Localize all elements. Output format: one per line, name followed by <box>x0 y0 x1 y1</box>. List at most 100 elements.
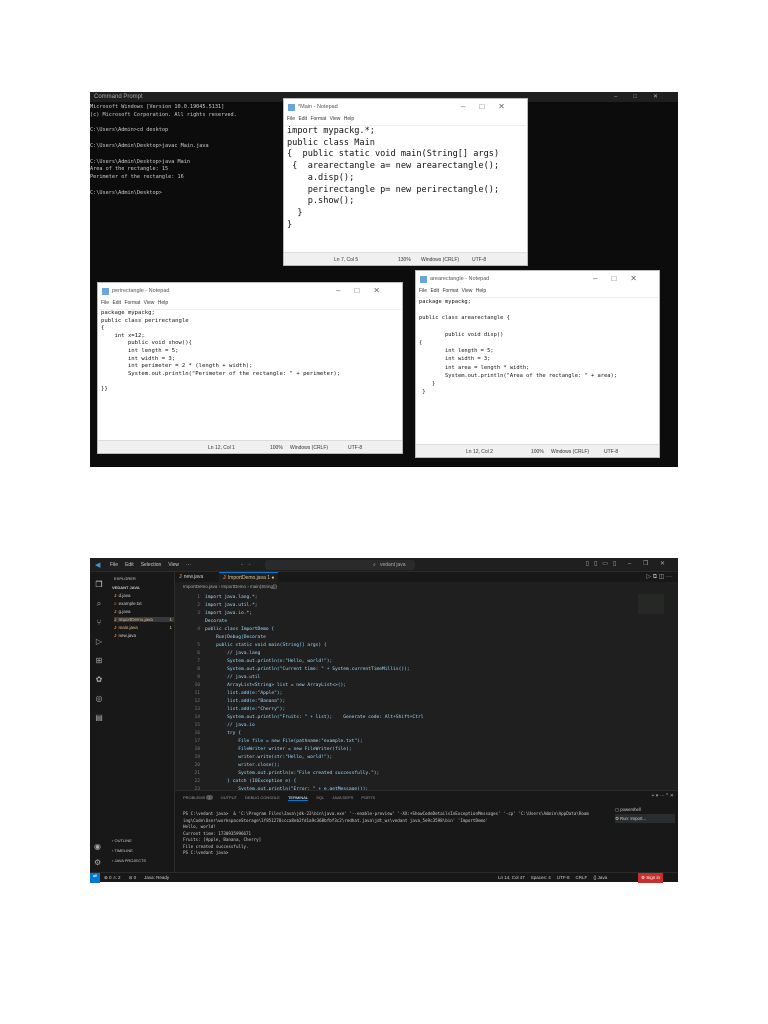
cursor-position: Ln 7, Col 5 <box>334 257 359 263</box>
run-debug-icon[interactable]: ▷ <box>90 632 108 651</box>
explorer-sidebar: EXPLORER VEDANT JAVA Jd.java ≡ example.txt… <box>108 572 175 872</box>
status-item[interactable]: UTF-8 <box>557 875 570 880</box>
zoom-level: 100% <box>531 449 544 455</box>
status-bar: Ln 7, Col 5 130% Windows (CRLF) UTF-8 <box>284 252 527 265</box>
line-numbers: 1 2 3 4 5 6 7 8 9 10 11 12 13 14 15 16 1… <box>194 595 200 800</box>
menu-item[interactable]: Selection <box>141 562 162 568</box>
window-controls[interactable]: ▯▯▭▯ – ❐ ✕ <box>586 560 670 567</box>
panel-tab[interactable]: TERMINAL <box>287 795 309 801</box>
cmd-line: C:\Users\Admin\Desktop>javac Main.java <box>90 142 209 149</box>
terminal-output[interactable]: PS C:\vedant java> & 'C:\Program Files\J… <box>183 811 589 857</box>
file-item[interactable]: Jd.java <box>114 593 174 598</box>
breadcrumb[interactable]: ImportDemo.java › ImportDemo › main(Stri… <box>183 584 277 589</box>
cursor-position: Ln 12, Col 1 <box>208 445 235 451</box>
java-file-icon: J <box>114 633 117 638</box>
window-controls[interactable]: –□✕ <box>461 102 519 111</box>
cmd-line: ​ <box>90 182 237 190</box>
status-item[interactable]: Ln 14, Col 47 <box>498 875 525 880</box>
menu-item[interactable]: View <box>168 562 179 568</box>
cursor-position: Ln 12, Col 2 <box>466 449 493 455</box>
cmd-line: ​ <box>90 120 237 128</box>
panel-tab[interactable]: JAVA DEPS <box>332 795 353 801</box>
menu-bar[interactable]: File Edit Format View Help <box>419 288 486 294</box>
file-item[interactable]: Jg.java <box>114 609 174 614</box>
testing-icon[interactable]: ✿ <box>90 670 108 689</box>
window-controls[interactable]: –□✕ <box>336 286 394 295</box>
explorer-icon[interactable]: ❐ <box>90 575 108 594</box>
cmd-line: ​ <box>90 135 237 143</box>
sidebar-section[interactable]: › OUTLINE <box>112 836 146 846</box>
sign-in-button[interactable]: ⚙ Sign in <box>638 873 664 883</box>
text-editor[interactable]: package mypackg; public class perirectan… <box>99 309 401 394</box>
tab-importdemo[interactable]: J ImportDemo.java 1 ● <box>219 572 279 582</box>
menu-item[interactable]: File <box>110 562 118 568</box>
search-icon[interactable]: ⌕ <box>90 594 108 613</box>
cmd-window-controls[interactable]: –□✕ <box>614 93 674 100</box>
title-bar: ◀ File Edit Selection View ··· ← → ⌕ vedant … <box>90 558 678 572</box>
panel-tab[interactable]: PROBLEMS 1 <box>183 795 213 801</box>
line-ending: Windows (CRLF) <box>290 445 329 451</box>
settings-gear-icon[interactable]: ⚙ <box>94 858 101 867</box>
cmd-output: Microsoft Windows [Version 10.0.19045.51… <box>90 104 237 198</box>
java-file-icon: J <box>114 617 117 622</box>
zoom-level: 130% <box>398 257 411 263</box>
menu-bar: File Edit Selection View ··· <box>110 562 191 568</box>
line-ending: Windows (CRLF) <box>551 449 590 455</box>
file-item[interactable]: Jmain.java 1 <box>114 625 174 630</box>
minimap[interactable] <box>638 594 664 614</box>
remote-button[interactable]: ⇄ <box>90 873 100 883</box>
panel-tab[interactable]: SQL <box>316 795 324 801</box>
cmd-line: Microsoft Windows [Version 10.0.19045.51… <box>90 104 225 110</box>
encoding: UTF-8 <box>348 445 363 451</box>
status-item[interactable]: Java: Ready <box>144 875 169 881</box>
text-editor[interactable]: package mypackg; public class arearectan… <box>417 297 658 396</box>
nav-arrows-icon[interactable]: ← → <box>240 561 251 567</box>
encoding: UTF-8 <box>604 449 619 455</box>
account-icon[interactable]: ◉ <box>94 842 101 851</box>
status-item[interactable]: {} Java <box>593 875 607 880</box>
status-item[interactable]: CRLF <box>576 875 588 880</box>
remote-icon[interactable]: ◎ <box>90 689 108 708</box>
search-icon: ⌕ <box>373 562 376 568</box>
window-controls[interactable]: –□✕ <box>593 274 651 283</box>
notepad-main: *Main - Notepad –□✕ File Edit Format Vie… <box>283 98 528 266</box>
cmd-line: ​ <box>90 151 237 159</box>
file-item[interactable]: ≡ example.txt <box>114 601 174 606</box>
extensions-icon[interactable]: ⊞ <box>90 651 108 670</box>
java-file-icon: ≡ <box>114 601 117 606</box>
tab-new-java[interactable]: Jnew.java <box>179 574 203 580</box>
status-bar: Ln 12, Col 1 100% Windows (CRLF) UTF-8 <box>98 440 402 453</box>
status-item[interactable]: ⊗ 0 ⚠ 2 <box>104 875 121 881</box>
cmd-line: Area of the rectangle: 15 <box>90 166 169 173</box>
menu-bar[interactable]: File Edit Format View Help <box>101 300 168 306</box>
menu-item[interactable]: Edit <box>125 562 134 568</box>
encoding: UTF-8 <box>472 257 487 263</box>
editor: Jnew.java J ImportDemo.java 1 ● ▷ ⧉ ◫ ···… <box>175 572 678 800</box>
folder-header[interactable]: VEDANT JAVA <box>112 585 140 590</box>
line-ending: Windows (CRLF) <box>421 257 460 263</box>
panel-tab[interactable]: DEBUG CONSOLE <box>245 795 280 801</box>
sidebar-section[interactable]: › TIMELINE <box>112 846 146 856</box>
sidebar-section[interactable]: › JAVA PROJECTS <box>112 856 146 866</box>
editor-actions[interactable]: ▷ ⧉ ◫ ··· <box>646 573 672 581</box>
terminal-item[interactable]: ▢ powershell <box>615 805 675 814</box>
search-box[interactable]: ⌕ vedant java <box>265 560 415 570</box>
menu-bar[interactable]: File Edit Format View Help <box>287 116 354 122</box>
code-editor[interactable]: import java.lang.*; import java.util.*; … <box>205 594 424 802</box>
source-control-icon[interactable]: ⑂ <box>90 613 108 632</box>
panel-tab[interactable]: OUTPUT <box>221 795 237 801</box>
panel-tab[interactable]: PORTS <box>361 795 375 801</box>
menu-item[interactable]: ··· <box>186 562 191 568</box>
panel-actions[interactable]: + ▾ ··· ^ ✕ <box>651 793 674 799</box>
terminal-item[interactable]: ⚙ Run: Import... <box>615 814 675 823</box>
java-file-icon: J <box>114 593 117 598</box>
status-item[interactable]: ⊘ 0 <box>129 875 137 881</box>
java-file-icon: J <box>114 625 117 630</box>
file-item[interactable]: J ImportDemo.java 1 <box>114 617 174 622</box>
java-file-icon: J <box>114 609 117 614</box>
status-item[interactable]: Spaces: 4 <box>531 875 551 880</box>
notes-icon[interactable]: ▤ <box>90 708 108 727</box>
text-editor[interactable]: import mypackg.*; public class Main { pu… <box>285 125 526 231</box>
status-bar: Ln 12, Col 2 100% Windows (CRLF) UTF-8 <box>416 444 659 457</box>
file-item[interactable]: Jnew.java <box>114 633 174 638</box>
